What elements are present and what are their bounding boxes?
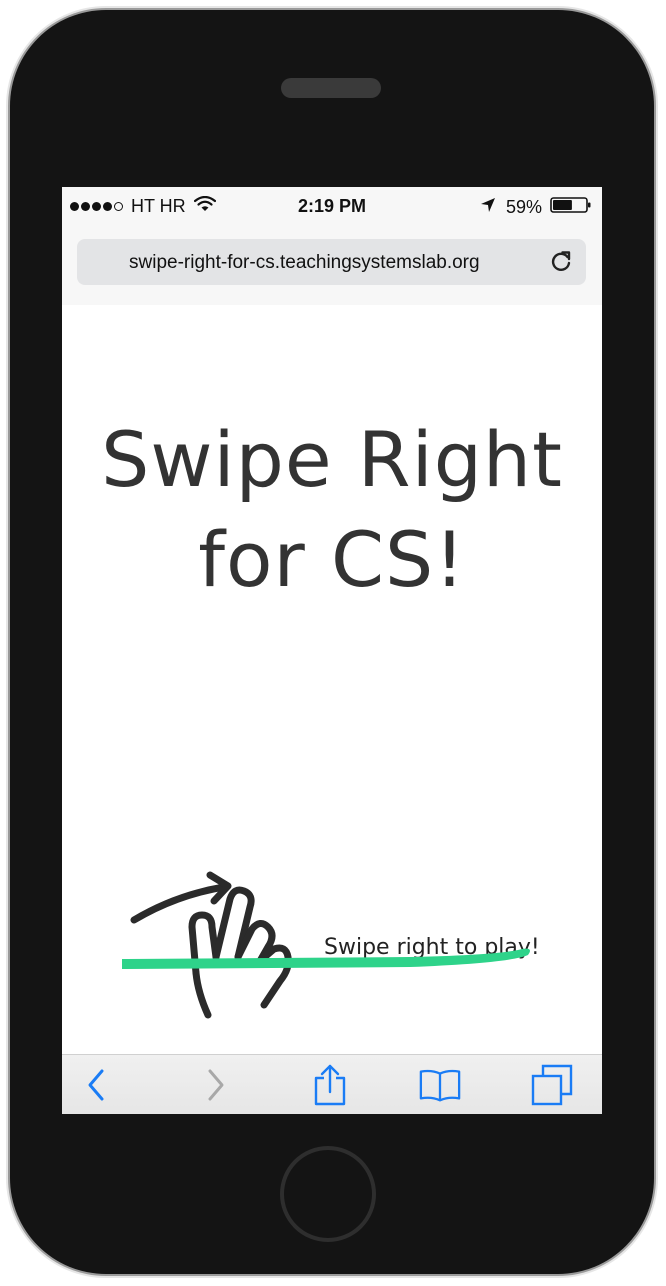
reload-icon[interactable] [548,249,574,280]
back-icon [88,1069,104,1101]
battery-percent: 59% [505,197,542,217]
page-title: Swipe Right for CS! [62,410,602,610]
browser-address-area: swipe-right-for-cs.teachingsystemslab.or… [62,225,602,305]
swipe-hint[interactable]: Swipe right to play! [62,845,602,1045]
browser-toolbar [62,1054,602,1114]
address-bar[interactable]: swipe-right-for-cs.teachingsystemslab.or… [77,239,586,285]
share-button[interactable] [308,1064,352,1106]
phone-screen: HT HR 2:19 PM 59% swipe-right-for-cs.tea… [62,187,602,1114]
bookmarks-button[interactable] [418,1065,462,1105]
forward-button[interactable] [194,1065,238,1105]
phone-frame: HT HR 2:19 PM 59% swipe-right-for-cs.tea… [10,10,654,1274]
title-line-1: Swipe Right [101,415,563,504]
battery-icon [550,196,592,219]
swipe-stroke [122,948,530,969]
bookmarks-icon [419,1069,461,1102]
title-line-2: for CS! [198,515,466,604]
forward-icon [208,1069,224,1101]
web-page: Swipe Right for CS! Swipe right to play! [62,305,602,1054]
status-right: 59% [480,196,592,219]
back-button[interactable] [74,1065,118,1105]
tabs-button[interactable] [530,1064,574,1106]
tabs-icon [531,1064,573,1106]
phone-speaker [281,78,381,98]
share-icon [314,1064,346,1106]
status-bar: HT HR 2:19 PM 59% [62,187,602,225]
home-button[interactable] [280,1146,376,1242]
url-text[interactable]: swipe-right-for-cs.teachingsystemslab.or… [129,252,480,274]
location-arrow-icon [480,197,496,218]
